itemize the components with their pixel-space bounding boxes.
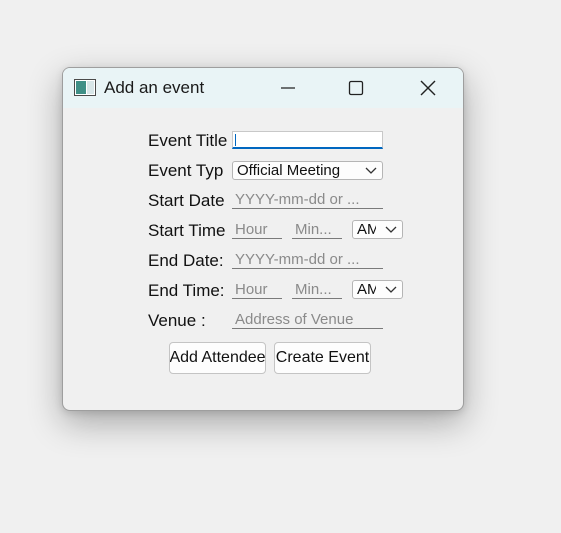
end-time-label: End Time: bbox=[148, 281, 225, 300]
close-icon bbox=[420, 80, 436, 96]
create-event-button[interactable]: Create Event bbox=[274, 342, 371, 374]
end-minute-input[interactable]: Min... bbox=[292, 281, 342, 299]
event-type-value: Official Meeting bbox=[237, 162, 341, 179]
add-event-window: Add an event Event Title Event Typ Offic… bbox=[62, 67, 464, 411]
chevron-down-icon bbox=[385, 226, 397, 233]
start-hour-input[interactable]: Hour bbox=[232, 221, 282, 239]
start-date-input[interactable]: YYYY-mm-dd or ... bbox=[232, 191, 383, 209]
minimize-button[interactable] bbox=[265, 68, 311, 108]
maximize-button[interactable] bbox=[333, 68, 379, 108]
end-ampm-select[interactable]: AM bbox=[352, 280, 403, 299]
start-date-label: Start Date bbox=[148, 191, 225, 210]
minimize-icon bbox=[281, 87, 295, 89]
event-title-input[interactable] bbox=[232, 131, 383, 149]
event-title-label: Event Title bbox=[148, 131, 228, 150]
venue-label: Venue : bbox=[148, 311, 206, 330]
end-date-input[interactable]: YYYY-mm-dd or ... bbox=[232, 251, 383, 269]
title-bar[interactable]: Add an event bbox=[63, 68, 463, 108]
end-ampm-value: AM bbox=[357, 281, 376, 298]
chevron-down-icon bbox=[365, 167, 377, 174]
end-hour-input[interactable]: Hour bbox=[232, 281, 282, 299]
start-ampm-select[interactable]: AM bbox=[352, 220, 403, 239]
start-minute-input[interactable]: Min... bbox=[292, 221, 342, 239]
add-attendee-button[interactable]: Add Attendee bbox=[169, 342, 266, 374]
close-button[interactable] bbox=[405, 68, 451, 108]
maximize-icon bbox=[348, 80, 364, 96]
chevron-down-icon bbox=[385, 286, 397, 293]
window-title: Add an event bbox=[104, 78, 205, 97]
start-time-label: Start Time bbox=[148, 221, 226, 240]
event-type-select[interactable]: Official Meeting bbox=[232, 161, 383, 180]
end-date-label: End Date: bbox=[148, 251, 224, 270]
text-caret bbox=[235, 134, 236, 146]
window-app-icon bbox=[74, 79, 96, 96]
venue-input[interactable]: Address of Venue bbox=[232, 311, 383, 329]
start-ampm-value: AM bbox=[357, 221, 376, 238]
event-type-label: Event Typ bbox=[148, 161, 224, 180]
